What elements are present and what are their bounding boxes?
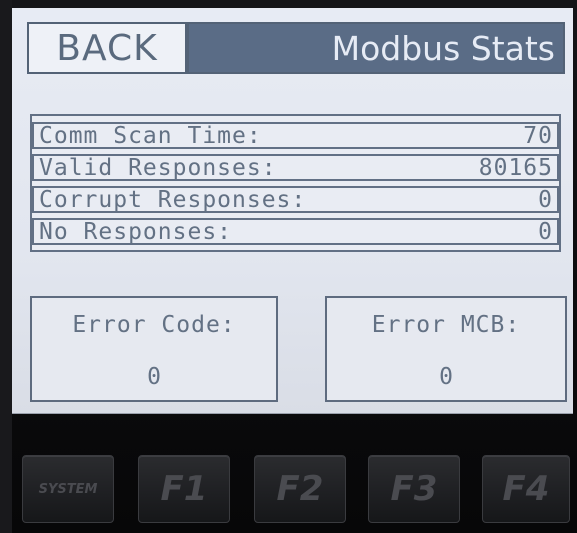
stat-row-corrupt-responses: Corrupt Responses: 0: [32, 186, 559, 213]
stat-value: 0: [538, 186, 553, 213]
error-mcb-box: Error MCB: 0: [325, 296, 567, 402]
stat-label: Corrupt Responses:: [39, 186, 307, 213]
stat-row-valid-responses: Valid Responses: 80165: [32, 154, 559, 181]
stat-value: 80165: [478, 154, 553, 181]
page-title: Modbus Stats: [331, 28, 555, 68]
back-button[interactable]: BACK: [27, 22, 187, 74]
function-keys: SYSTEM F1 F2 F3 F4: [0, 455, 577, 533]
error-code-box: Error Code: 0: [30, 296, 278, 402]
stat-label: No Responses:: [39, 218, 233, 245]
stat-value: 70: [523, 122, 553, 149]
f1-key[interactable]: F1: [138, 455, 230, 523]
system-key[interactable]: SYSTEM: [22, 455, 114, 523]
f2-key[interactable]: F2: [254, 455, 346, 523]
bezel-left-edge: [0, 0, 12, 533]
error-code-value: 0: [147, 364, 161, 390]
stats-panel: Comm Scan Time: 70 Valid Responses: 8016…: [30, 114, 561, 252]
f3-key[interactable]: F3: [368, 455, 460, 523]
hmi-device: BACK Modbus Stats Comm Scan Time: 70 Val…: [0, 0, 577, 533]
f4-key[interactable]: F4: [482, 455, 570, 523]
title-bar: Modbus Stats: [187, 22, 565, 74]
stat-label: Comm Scan Time:: [39, 122, 262, 149]
error-mcb-label: Error MCB:: [371, 312, 521, 338]
error-code-label: Error Code:: [72, 312, 236, 338]
stat-row-comm-scan-time: Comm Scan Time: 70: [32, 122, 559, 149]
stat-label: Valid Responses:: [39, 154, 277, 181]
stat-row-no-responses: No Responses: 0: [32, 218, 559, 245]
lcd-screen: BACK Modbus Stats Comm Scan Time: 70 Val…: [12, 8, 573, 414]
stat-value: 0: [538, 218, 553, 245]
error-mcb-value: 0: [439, 364, 453, 390]
